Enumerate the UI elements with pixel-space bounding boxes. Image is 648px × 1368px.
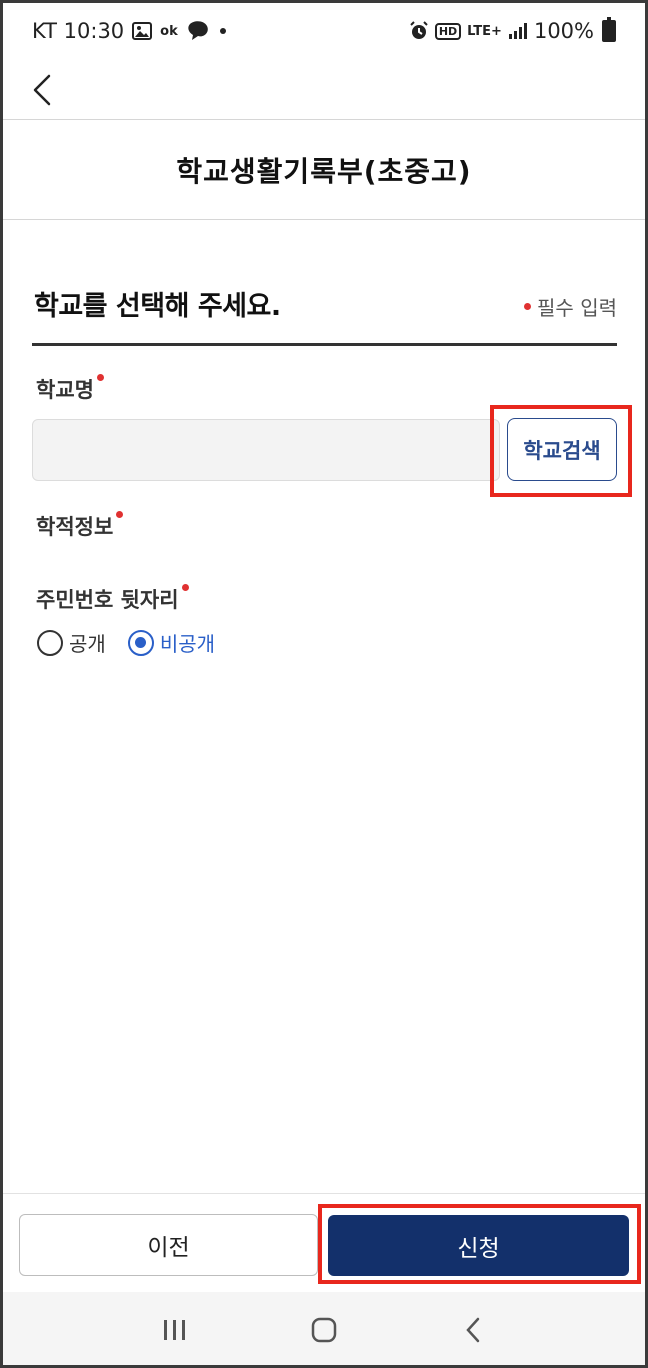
radio-public-label: 공개 (69, 632, 106, 656)
title-bar: 학교생활기록부(초중고) (0, 121, 648, 220)
lte-icon: LTE+ (467, 23, 502, 39)
chevron-left-icon (33, 74, 51, 106)
recent-apps-button[interactable] (145, 1305, 205, 1355)
resident-number-label: 주민번호 뒷자리 (36, 584, 189, 614)
radio-checked-icon (127, 629, 154, 656)
required-dot-icon (116, 511, 124, 518)
dot-icon (218, 26, 228, 36)
action-bar: 이전 신청 (0, 1193, 648, 1291)
academic-info-label: 학적정보 (36, 511, 124, 541)
school-search-button[interactable]: 학교검색 (507, 418, 617, 481)
school-name-label: 학교명 (36, 374, 104, 404)
alarm-icon (409, 21, 429, 41)
home-icon (311, 1317, 337, 1343)
section-header: 학교를 선택해 주세요. 필수 입력 (32, 280, 617, 346)
academic-info-label-text: 학적정보 (36, 515, 114, 539)
back-button[interactable] (22, 68, 62, 112)
radio-unchecked-icon (37, 629, 63, 656)
battery-icon (602, 17, 616, 42)
required-dot-icon (524, 303, 532, 310)
radio-private[interactable]: 비공개 (127, 628, 216, 657)
radio-private-label: 비공개 (159, 632, 216, 656)
required-dot-icon (181, 584, 189, 591)
page-title: 학교생활기록부(초중고) (176, 155, 472, 188)
school-name-input[interactable] (32, 419, 500, 481)
required-note: 필수 입력 (524, 292, 617, 321)
back-chevron-icon (466, 1317, 480, 1343)
ok-cashbag-icon: ok (160, 23, 178, 39)
messenger-icon (186, 20, 210, 42)
home-button[interactable] (294, 1305, 354, 1355)
school-name-label-text: 학교명 (36, 378, 94, 402)
image-icon (132, 22, 153, 40)
required-note-text: 필수 입력 (537, 296, 617, 320)
radio-public[interactable]: 공개 (37, 628, 106, 657)
section-title: 학교를 선택해 주세요. (34, 291, 281, 322)
carrier-time: KT 10:30 (32, 19, 125, 43)
status-bar: KT 10:30 ok HD LTE+ 100% (0, 0, 648, 62)
nav-bar (0, 62, 648, 120)
system-nav-bar (0, 1292, 648, 1368)
system-back-button[interactable] (443, 1305, 503, 1355)
prev-button[interactable]: 이전 (19, 1214, 318, 1276)
status-right: HD LTE+ 100% (409, 17, 616, 43)
battery-text: 100% (533, 19, 594, 43)
hd-icon: HD (434, 22, 462, 40)
required-dot-icon (96, 374, 104, 381)
status-left: KT 10:30 ok (32, 19, 228, 43)
signal-icon (508, 22, 528, 40)
apply-button[interactable]: 신청 (328, 1215, 629, 1276)
recent-apps-icon (163, 1320, 185, 1340)
resident-number-label-text: 주민번호 뒷자리 (36, 588, 179, 612)
visibility-radio-group: 공개 비공개 (37, 628, 215, 657)
